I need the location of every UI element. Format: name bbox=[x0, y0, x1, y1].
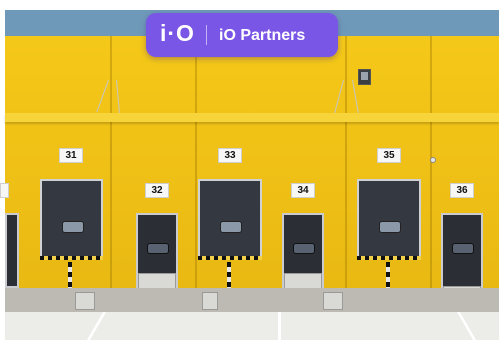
dock-seal bbox=[40, 256, 103, 260]
wall-rib bbox=[345, 36, 347, 288]
concrete-block bbox=[202, 292, 218, 310]
dock-number-partial bbox=[0, 183, 9, 198]
parking-lot bbox=[5, 312, 499, 340]
canopy-band bbox=[5, 113, 499, 122]
dock-door-31 bbox=[40, 179, 103, 259]
dock-door-36 bbox=[441, 213, 483, 288]
parking-line bbox=[278, 312, 281, 340]
dock-seal bbox=[198, 256, 262, 260]
dock-number-33: 33 bbox=[218, 148, 242, 163]
wall-lamp-glass bbox=[361, 72, 368, 80]
dock-seal bbox=[357, 256, 421, 260]
concrete-block bbox=[75, 292, 95, 310]
concrete-block bbox=[323, 292, 343, 310]
dock-door-35 bbox=[357, 179, 421, 259]
dock-number-36: 36 bbox=[450, 183, 474, 198]
dock-door-33 bbox=[198, 179, 262, 259]
dock-door-partial bbox=[5, 213, 19, 288]
brand-name: iO Partners bbox=[219, 27, 306, 44]
dock-number-34: 34 bbox=[291, 183, 315, 198]
wall-rib bbox=[110, 36, 112, 288]
dock-number-32: 32 bbox=[145, 183, 169, 198]
badge-divider bbox=[206, 25, 207, 45]
dock-number-31: 31 bbox=[59, 148, 83, 163]
wall-rib bbox=[195, 36, 197, 288]
security-camera bbox=[430, 157, 436, 163]
io-logo-icon: i·O bbox=[160, 20, 195, 46]
dock-number-35: 35 bbox=[377, 148, 401, 163]
